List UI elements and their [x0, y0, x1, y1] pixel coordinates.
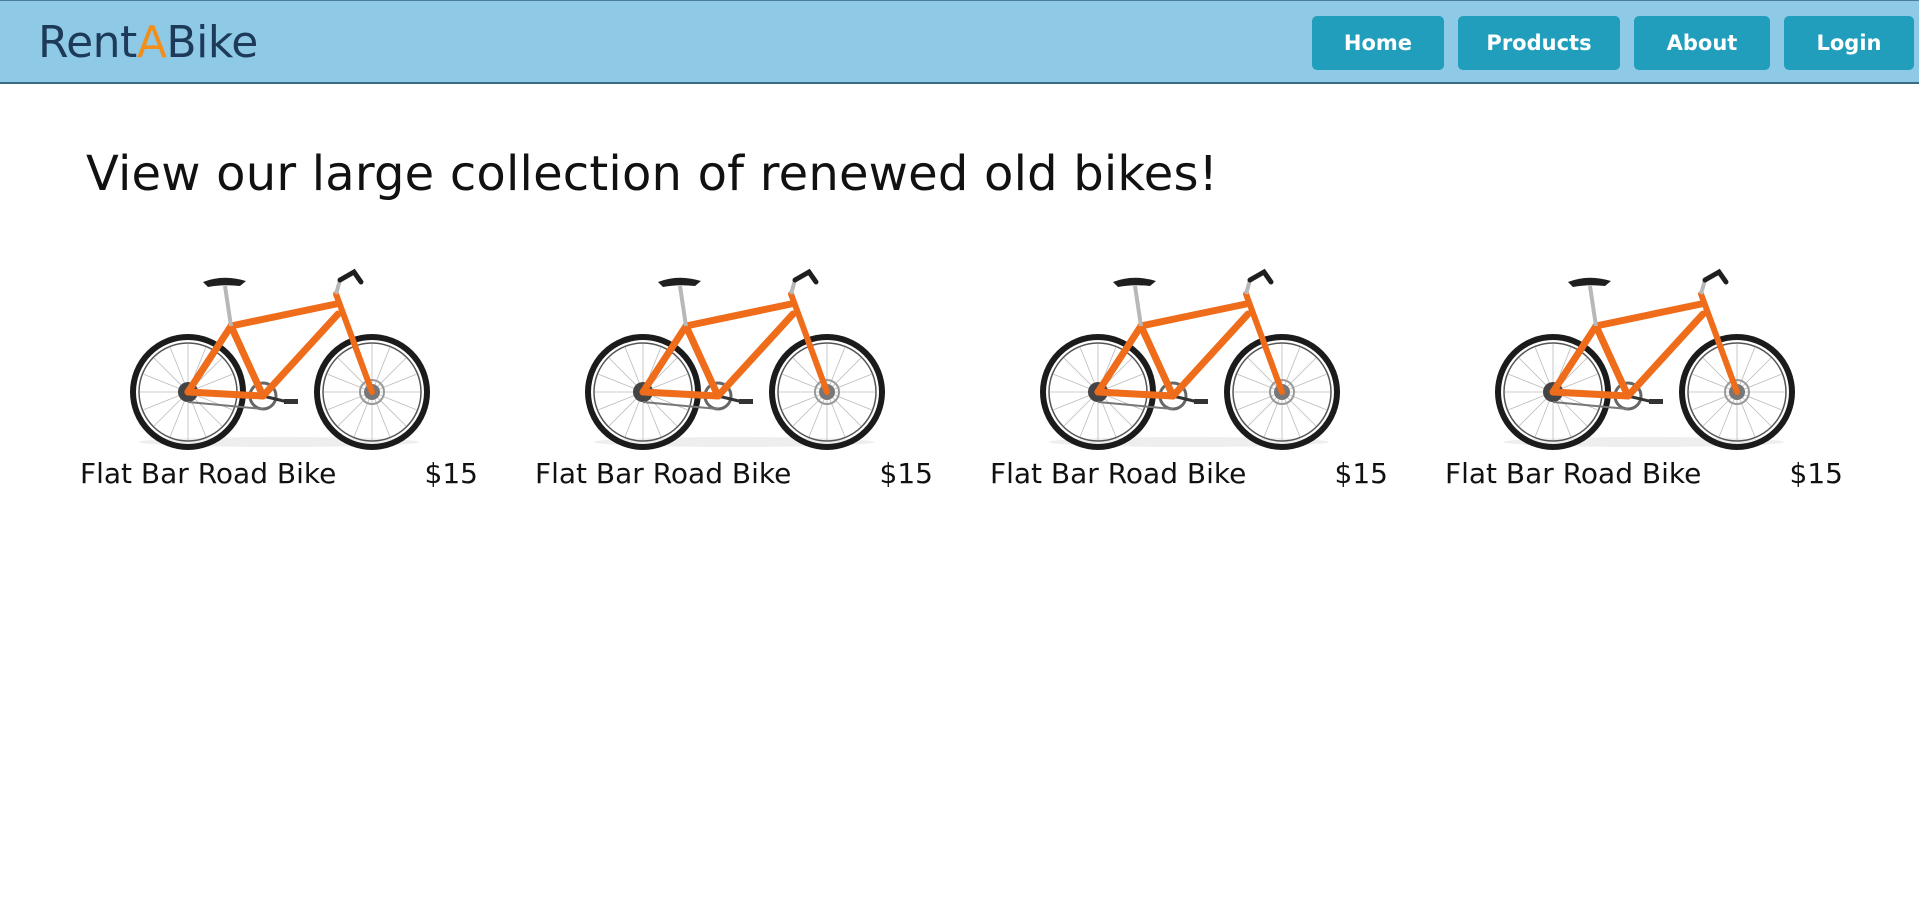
- logo[interactable]: RentABike: [38, 17, 258, 69]
- product-card[interactable]: Flat Bar Road Bike $15: [1445, 264, 1843, 504]
- product-price: $15: [424, 457, 478, 490]
- bicycle-image[interactable]: [1493, 264, 1795, 452]
- bicycle-image[interactable]: [128, 264, 430, 452]
- bicycle-image[interactable]: [1038, 264, 1340, 452]
- logo-text-rent: Rent: [38, 17, 137, 68]
- product-card[interactable]: Flat Bar Road Bike $15: [990, 264, 1388, 504]
- product-card[interactable]: Flat Bar Road Bike $15: [535, 264, 933, 504]
- nav-products-button[interactable]: Products: [1458, 16, 1620, 70]
- product-price: $15: [1334, 457, 1388, 490]
- product-name: Flat Bar Road Bike: [990, 457, 1247, 490]
- bicycle-image[interactable]: [583, 264, 885, 452]
- product-name: Flat Bar Road Bike: [535, 457, 792, 490]
- nav-about-button[interactable]: About: [1634, 16, 1770, 70]
- logo-text-a: A: [136, 17, 167, 68]
- top-navbar: RentABike Home Products About Login: [0, 0, 1919, 84]
- product-name: Flat Bar Road Bike: [80, 457, 337, 490]
- product-price: $15: [879, 457, 933, 490]
- product-card[interactable]: Flat Bar Road Bike $15: [80, 264, 478, 504]
- page-heading: View our large collection of renewed old…: [86, 146, 1219, 202]
- logo-text-bike: Bike: [166, 17, 258, 68]
- product-name: Flat Bar Road Bike: [1445, 457, 1702, 490]
- product-price: $15: [1789, 457, 1843, 490]
- nav-login-button[interactable]: Login: [1784, 16, 1914, 70]
- nav-home-button[interactable]: Home: [1312, 16, 1444, 70]
